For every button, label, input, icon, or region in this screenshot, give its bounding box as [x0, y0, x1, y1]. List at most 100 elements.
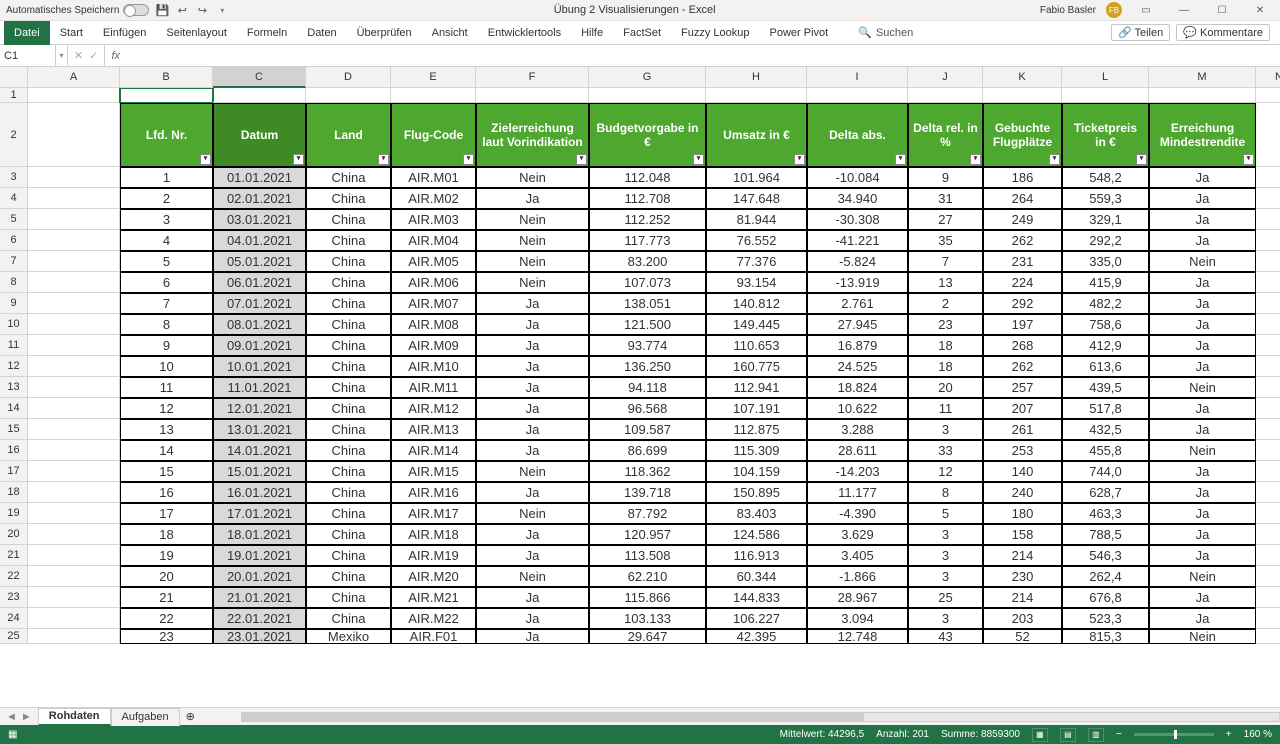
- table-cell[interactable]: Ja: [476, 419, 589, 440]
- row-header-12[interactable]: 12: [0, 356, 28, 377]
- filter-dropdown-icon[interactable]: ▾: [1049, 154, 1060, 165]
- cell[interactable]: [1256, 440, 1280, 461]
- table-cell[interactable]: 22: [120, 608, 213, 629]
- table-cell[interactable]: AIR.M03: [391, 209, 476, 230]
- qat-customize-icon[interactable]: ▾: [215, 3, 229, 17]
- table-cell[interactable]: 08.01.2021: [213, 314, 306, 335]
- row-header-25[interactable]: 25: [0, 629, 28, 644]
- sheet-tab-rohdaten[interactable]: Rohdaten: [38, 708, 111, 726]
- autosave-toggle[interactable]: Automatisches Speichern: [6, 4, 149, 16]
- tab-ansicht[interactable]: Ansicht: [422, 21, 478, 45]
- table-cell[interactable]: 463,3: [1062, 503, 1149, 524]
- table-cell[interactable]: China: [306, 377, 391, 398]
- row-header-3[interactable]: 3: [0, 167, 28, 188]
- table-cell[interactable]: -41.221: [807, 230, 908, 251]
- table-cell[interactable]: 158: [983, 524, 1062, 545]
- cell[interactable]: [28, 608, 120, 629]
- table-cell[interactable]: 43: [908, 629, 983, 644]
- table-cell[interactable]: Ja: [476, 608, 589, 629]
- table-cell[interactable]: 3: [908, 419, 983, 440]
- filter-dropdown-icon[interactable]: ▾: [576, 154, 587, 165]
- table-cell[interactable]: 120.957: [589, 524, 706, 545]
- table-cell[interactable]: Ja: [476, 188, 589, 209]
- table-cell[interactable]: 94.118: [589, 377, 706, 398]
- column-header-B[interactable]: B: [120, 67, 213, 88]
- table-cell[interactable]: 7: [908, 251, 983, 272]
- table-cell[interactable]: 439,5: [1062, 377, 1149, 398]
- table-cell[interactable]: 106.227: [706, 608, 807, 629]
- row-header-14[interactable]: 14: [0, 398, 28, 419]
- user-avatar[interactable]: FB: [1106, 2, 1122, 18]
- table-cell[interactable]: 22.01.2021: [213, 608, 306, 629]
- table-cell[interactable]: Ja: [1149, 461, 1256, 482]
- cell[interactable]: [213, 88, 306, 103]
- table-cell[interactable]: 31: [908, 188, 983, 209]
- cell[interactable]: [28, 272, 120, 293]
- minimize-icon[interactable]: —: [1170, 1, 1198, 19]
- tab-daten[interactable]: Daten: [297, 21, 346, 45]
- table-cell[interactable]: Mexiko: [306, 629, 391, 644]
- column-header-D[interactable]: D: [306, 67, 391, 88]
- row-header-1[interactable]: 1: [0, 88, 28, 103]
- cell[interactable]: [1256, 566, 1280, 587]
- table-cell[interactable]: 6: [120, 272, 213, 293]
- table-cell[interactable]: AIR.M18: [391, 524, 476, 545]
- cell[interactable]: [28, 419, 120, 440]
- redo-icon[interactable]: ↪: [195, 3, 209, 17]
- table-cell[interactable]: 11: [908, 398, 983, 419]
- table-cell[interactable]: 13.01.2021: [213, 419, 306, 440]
- row-header-2[interactable]: 2: [0, 103, 28, 167]
- column-header-G[interactable]: G: [589, 67, 706, 88]
- table-cell[interactable]: AIR.M04: [391, 230, 476, 251]
- table-cell[interactable]: 432,5: [1062, 419, 1149, 440]
- table-cell[interactable]: -10.084: [807, 167, 908, 188]
- table-cell[interactable]: 415,9: [1062, 272, 1149, 293]
- table-cell[interactable]: 18.824: [807, 377, 908, 398]
- filter-dropdown-icon[interactable]: ▾: [693, 154, 704, 165]
- cell[interactable]: [1256, 251, 1280, 272]
- table-cell[interactable]: -5.824: [807, 251, 908, 272]
- cell[interactable]: [1256, 293, 1280, 314]
- table-cell[interactable]: 93.774: [589, 335, 706, 356]
- table-cell[interactable]: 116.913: [706, 545, 807, 566]
- table-cell[interactable]: 262,4: [1062, 566, 1149, 587]
- row-header-7[interactable]: 7: [0, 251, 28, 272]
- table-cell[interactable]: 109.587: [589, 419, 706, 440]
- table-cell[interactable]: 3.094: [807, 608, 908, 629]
- table-header[interactable]: Ticketpreis in €▾: [1062, 103, 1149, 167]
- table-cell[interactable]: China: [306, 398, 391, 419]
- table-cell[interactable]: 42.395: [706, 629, 807, 644]
- column-header-L[interactable]: L: [1062, 67, 1149, 88]
- table-cell[interactable]: Ja: [476, 629, 589, 644]
- table-cell[interactable]: 517,8: [1062, 398, 1149, 419]
- table-cell[interactable]: Ja: [1149, 587, 1256, 608]
- table-header[interactable]: Zielerreichung laut Vorindikation▾: [476, 103, 589, 167]
- table-header[interactable]: Flug-Code▾: [391, 103, 476, 167]
- table-cell[interactable]: 13: [120, 419, 213, 440]
- table-cell[interactable]: Ja: [476, 482, 589, 503]
- table-cell[interactable]: China: [306, 587, 391, 608]
- formula-input[interactable]: [126, 45, 1280, 66]
- table-cell[interactable]: Ja: [1149, 314, 1256, 335]
- table-header[interactable]: Delta abs.▾: [807, 103, 908, 167]
- cell[interactable]: [983, 88, 1062, 103]
- cell[interactable]: [1256, 524, 1280, 545]
- row-header-24[interactable]: 24: [0, 608, 28, 629]
- table-cell[interactable]: 83.403: [706, 503, 807, 524]
- table-cell[interactable]: Ja: [1149, 545, 1256, 566]
- table-cell[interactable]: 1: [120, 167, 213, 188]
- row-header-4[interactable]: 4: [0, 188, 28, 209]
- fx-icon[interactable]: fx: [105, 50, 126, 62]
- filter-dropdown-icon[interactable]: ▾: [794, 154, 805, 165]
- table-cell[interactable]: 34.940: [807, 188, 908, 209]
- column-header-F[interactable]: F: [476, 67, 589, 88]
- table-cell[interactable]: Nein: [476, 251, 589, 272]
- table-cell[interactable]: AIR.M02: [391, 188, 476, 209]
- tab-ueberpruefen[interactable]: Überprüfen: [347, 21, 422, 45]
- table-cell[interactable]: China: [306, 461, 391, 482]
- table-cell[interactable]: 9: [120, 335, 213, 356]
- cell[interactable]: [28, 629, 120, 644]
- table-cell[interactable]: 180: [983, 503, 1062, 524]
- table-cell[interactable]: 10.622: [807, 398, 908, 419]
- cell[interactable]: [391, 88, 476, 103]
